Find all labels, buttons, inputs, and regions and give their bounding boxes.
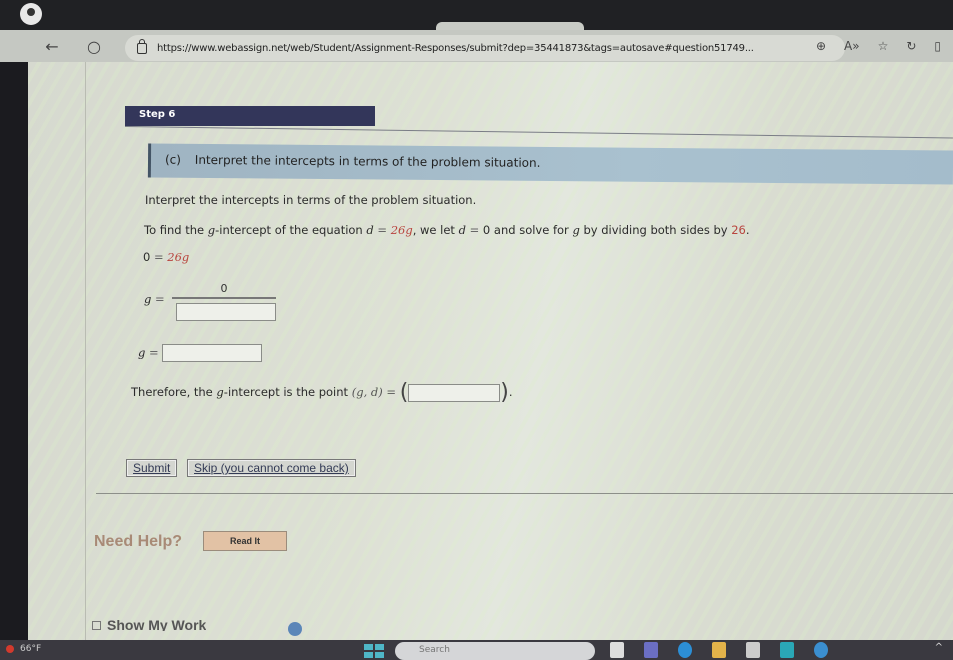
browser-titlebar: WA Homework #4 · FND × bbox=[0, 0, 953, 48]
denominator-input[interactable] bbox=[176, 302, 276, 321]
part-c-prompt: (c) Interpret the intercepts in terms of… bbox=[147, 143, 953, 185]
file-explorer-icon[interactable] bbox=[712, 642, 726, 658]
weather-temp: 66°F bbox=[20, 644, 42, 654]
equation-2-lhs: g = bbox=[144, 292, 165, 306]
windows-taskbar: 66°F Search ^ bbox=[0, 640, 953, 660]
show-my-work[interactable]: Show My Work bbox=[92, 619, 206, 631]
intercept-point-input[interactable] bbox=[408, 383, 501, 402]
equals-sign: = bbox=[151, 292, 165, 306]
close-paren: ) bbox=[500, 380, 509, 405]
equals-sign: = bbox=[382, 385, 400, 399]
read-aloud-icon[interactable]: A» bbox=[844, 39, 860, 53]
var-g: g bbox=[216, 385, 224, 399]
taskbar-search[interactable]: Search bbox=[395, 642, 595, 660]
browser-toolbar: ← ○ https://www.webassign.net/web/Studen… bbox=[0, 30, 953, 62]
equals-sign: = bbox=[145, 345, 163, 360]
text-fragment: -intercept of the equation bbox=[215, 223, 367, 237]
intro-text: Interpret the intercepts in terms of the… bbox=[145, 193, 477, 207]
app-icon[interactable] bbox=[780, 642, 794, 658]
left-margin bbox=[28, 62, 86, 640]
help-circle-icon[interactable] bbox=[288, 622, 302, 636]
divisor-value: 26 bbox=[731, 223, 746, 237]
g-value-input[interactable] bbox=[162, 344, 263, 362]
address-bar[interactable]: https://www.webassign.net/web/Student/As… bbox=[125, 35, 845, 61]
text-fragment: To find the bbox=[144, 223, 208, 237]
section-divider bbox=[96, 493, 953, 494]
open-paren: ( bbox=[399, 380, 409, 405]
refresh-icon[interactable]: ○ bbox=[80, 37, 108, 56]
taskbar-apps bbox=[610, 642, 828, 658]
text-fragment: -intercept is the point bbox=[223, 385, 352, 399]
store-icon[interactable] bbox=[746, 642, 760, 658]
toolbar-icons: ⊕ A» ☆ ↻ ▯ bbox=[816, 30, 953, 62]
equals-sign: = bbox=[465, 223, 483, 237]
chat-icon[interactable] bbox=[814, 642, 828, 658]
teams-icon[interactable] bbox=[644, 642, 658, 658]
edge-browser-icon[interactable] bbox=[678, 642, 692, 658]
task-view-icon[interactable] bbox=[610, 642, 624, 658]
part-letter: (c) bbox=[164, 152, 182, 167]
var-d: d bbox=[458, 223, 466, 237]
text-fragment: Therefore, the bbox=[131, 385, 217, 399]
equation-1: 0 = 26g bbox=[143, 250, 189, 264]
favorite-star-icon[interactable]: ☆ bbox=[878, 39, 889, 53]
skip-button[interactable]: Skip (you cannot come back) bbox=[187, 459, 356, 477]
point-label: (g, d) bbox=[351, 385, 383, 399]
text-fragment: , we let bbox=[412, 223, 459, 237]
read-it-button[interactable]: Read It bbox=[203, 531, 287, 551]
url-text[interactable]: https://www.webassign.net/web/Student/As… bbox=[157, 43, 754, 54]
part-prompt-text: Interpret the intercepts in terms of the… bbox=[194, 152, 541, 170]
equation-3: g = bbox=[138, 344, 263, 362]
need-help-label: Need Help? bbox=[94, 533, 183, 550]
lock-icon bbox=[137, 38, 147, 54]
weather-widget[interactable]: 66°F bbox=[6, 644, 41, 654]
weather-alert-icon bbox=[6, 645, 14, 653]
conclusion-text: Therefore, the g-intercept is the point … bbox=[131, 380, 513, 405]
submit-button[interactable]: Submit bbox=[126, 459, 178, 477]
zoom-icon[interactable]: ⊕ bbox=[816, 39, 826, 53]
webassign-page: Step 6 (c) Interpret the intercepts in t… bbox=[28, 62, 953, 640]
equation-rhs: 26g bbox=[390, 223, 413, 237]
extensions-icon[interactable]: ↻ bbox=[906, 39, 916, 53]
eq1-rhs: 26g bbox=[167, 250, 190, 264]
start-menu-icon[interactable] bbox=[364, 644, 384, 658]
sidebar-icon[interactable]: ▯ bbox=[934, 39, 941, 53]
profile-avatar-icon[interactable] bbox=[20, 3, 42, 25]
step-header: Step 6 bbox=[125, 106, 375, 126]
var-g: g bbox=[572, 223, 580, 237]
var-d: d bbox=[366, 223, 374, 237]
chevron-up-icon[interactable]: ^ bbox=[935, 642, 943, 653]
step-divider bbox=[124, 126, 953, 139]
equals-sign: = bbox=[373, 223, 391, 237]
fraction-bar bbox=[172, 297, 276, 299]
text-fragment: by dividing both sides by bbox=[579, 223, 732, 237]
fraction-numerator: 0 bbox=[220, 282, 228, 295]
back-arrow-icon[interactable]: ← bbox=[38, 37, 66, 56]
expand-checkbox-icon[interactable] bbox=[92, 620, 101, 630]
text-fragment: . bbox=[745, 223, 750, 237]
text-fragment: . bbox=[508, 385, 513, 399]
instruction-text: To find the g-intercept of the equation … bbox=[144, 223, 750, 237]
text-fragment: and solve for bbox=[490, 223, 573, 237]
fraction: 0 bbox=[172, 282, 276, 321]
equals-sign: = bbox=[150, 250, 168, 264]
show-my-work-label: Show My Work bbox=[107, 619, 207, 631]
